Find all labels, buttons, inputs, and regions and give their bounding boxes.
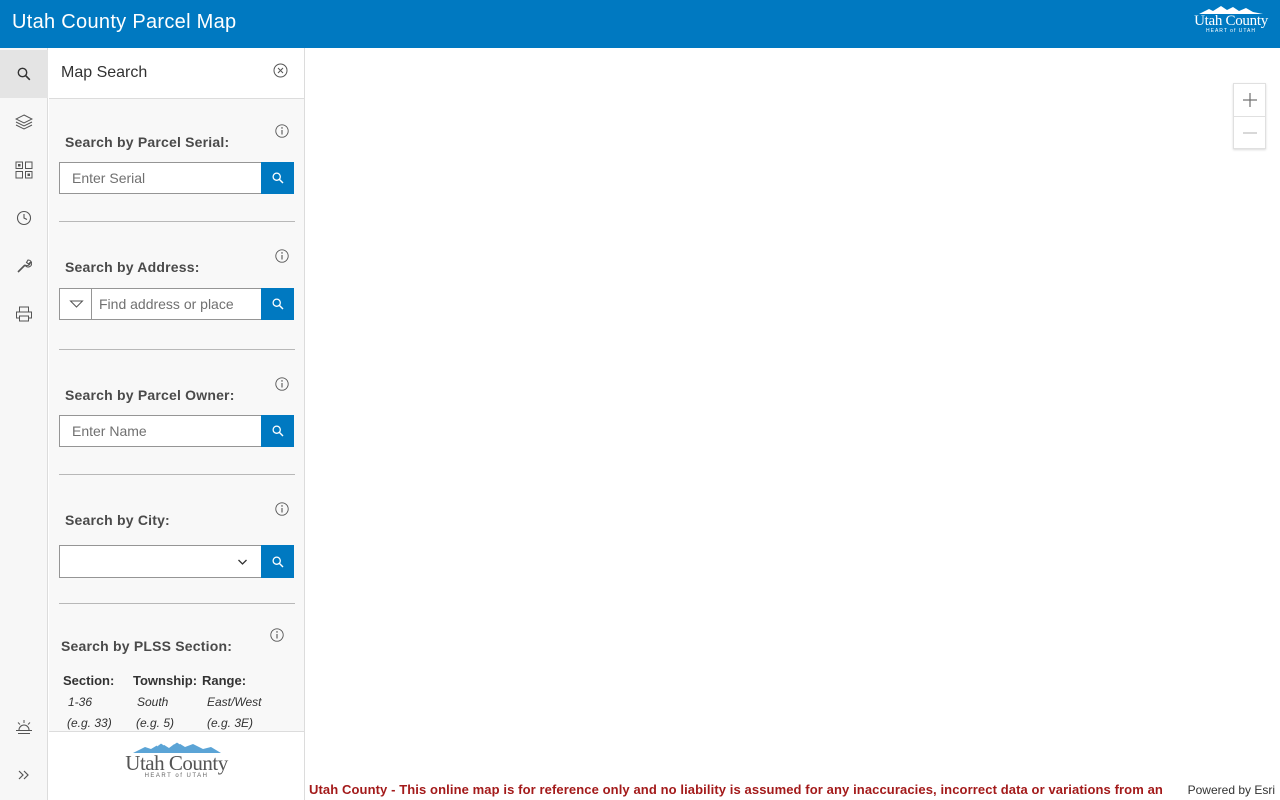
basemap-gallery-icon — [15, 161, 33, 179]
serial-input[interactable] — [60, 163, 261, 193]
city-search-label: Search by City: — [65, 512, 170, 528]
panel-footer-logo: Utah County HEART of UTAH — [49, 731, 304, 800]
info-icon — [270, 628, 284, 642]
info-icon — [275, 124, 289, 138]
panel-header: Map Search — [49, 48, 304, 99]
caret-down-icon — [69, 300, 84, 308]
section-divider — [59, 474, 295, 475]
close-icon — [273, 63, 288, 78]
owner-search-label: Search by Parcel Owner: — [65, 387, 235, 403]
plss-range-label: Range: — [202, 673, 247, 688]
map-disclaimer: Utah County - This online map is for ref… — [309, 782, 1163, 797]
print-icon — [16, 306, 32, 322]
serial-search-button[interactable] — [261, 162, 294, 194]
widget-iconbar — [0, 48, 48, 800]
plss-section-hint: 1-36 (e.g. 33) — [67, 695, 112, 730]
map-search-panel: Map Search Search by Parcel Serial: Sear… — [49, 48, 305, 800]
theme-toggle-button[interactable] — [0, 703, 48, 751]
search-icon — [271, 172, 283, 184]
minus-icon — [1242, 131, 1257, 134]
address-info-button[interactable] — [275, 249, 289, 263]
serial-search-label: Search by Parcel Serial: — [65, 134, 230, 150]
owner-input[interactable] — [60, 416, 261, 446]
clock-icon — [16, 210, 32, 226]
owner-input-wrapper — [59, 415, 262, 447]
time-widget-button[interactable] — [0, 194, 48, 242]
search-icon — [17, 67, 31, 81]
serial-input-wrapper — [59, 162, 262, 194]
wrench-icon — [17, 259, 32, 273]
owner-search-button[interactable] — [261, 415, 294, 447]
chevron-down-icon — [238, 559, 247, 565]
owner-info-button[interactable] — [275, 377, 289, 391]
plus-icon — [1242, 93, 1257, 107]
city-info-button[interactable] — [275, 502, 289, 516]
sunrise-icon — [16, 720, 32, 734]
city-select[interactable] — [59, 545, 262, 578]
layers-widget-button[interactable] — [0, 98, 48, 146]
section-divider — [59, 349, 295, 350]
section-divider — [59, 603, 295, 604]
address-search-button[interactable] — [261, 288, 294, 320]
search-icon — [271, 425, 283, 437]
section-divider — [59, 221, 295, 222]
app-header: Utah County Parcel Map Utah County HEART… — [0, 0, 1280, 48]
zoom-control — [1233, 83, 1266, 149]
address-search-label: Search by Address: — [65, 259, 200, 275]
zoom-out-button[interactable] — [1234, 116, 1265, 148]
address-source-dropdown[interactable] — [59, 288, 92, 320]
close-panel-button[interactable] — [273, 63, 288, 83]
app-title: Utah County Parcel Map — [12, 11, 237, 33]
basemap-gallery-button[interactable] — [0, 146, 48, 194]
plss-township-hint: South (e.g. 5) — [136, 695, 175, 730]
zoom-in-button[interactable] — [1234, 84, 1265, 116]
address-input-wrapper — [91, 288, 262, 320]
address-input[interactable] — [92, 289, 261, 319]
search-icon — [271, 298, 283, 310]
expand-chevrons-icon — [18, 770, 29, 780]
info-icon — [275, 502, 289, 516]
expand-panel-button[interactable] — [0, 751, 48, 799]
panel-title: Map Search — [61, 64, 148, 81]
city-search-button[interactable] — [261, 545, 294, 578]
serial-info-button[interactable] — [275, 124, 289, 138]
search-widget-button[interactable] — [0, 50, 48, 98]
map-view[interactable]: Utah County - This online map is for ref… — [305, 48, 1280, 800]
plss-township-label: Township: — [133, 673, 198, 688]
plss-search-label: Search by PLSS Section: — [61, 638, 233, 654]
powered-by-esri-link[interactable]: Powered by Esri — [1184, 783, 1275, 797]
info-icon — [275, 377, 289, 391]
search-icon — [271, 555, 283, 567]
plss-info-button[interactable] — [270, 628, 284, 642]
info-icon — [275, 249, 289, 263]
print-widget-button[interactable] — [0, 290, 48, 338]
tools-widget-button[interactable] — [0, 242, 48, 290]
layers-icon — [15, 114, 33, 130]
utah-county-logo: Utah County HEART of UTAH — [1192, 5, 1270, 41]
plss-section-label: Section: — [63, 673, 115, 688]
plss-range-hint: East/West (e.g. 3E) — [207, 695, 262, 730]
